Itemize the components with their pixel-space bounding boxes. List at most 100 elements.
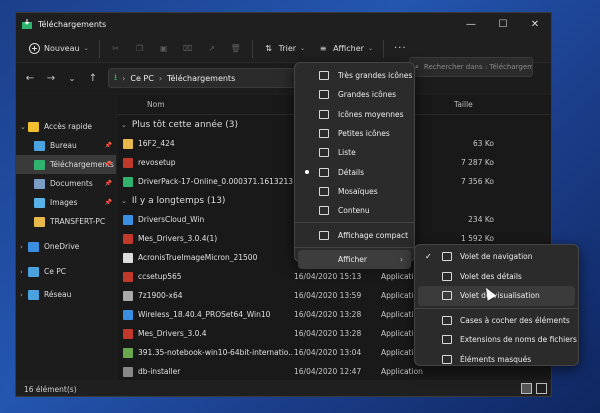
file-name: Mes_Drivers_3.0.4: [138, 329, 207, 338]
view-menu-item[interactable]: Mosaïques: [295, 182, 414, 201]
chevron-icon[interactable]: ⌄: [20, 123, 28, 131]
show-submenu-item[interactable]: Extensions de noms de fichiers: [415, 330, 578, 350]
view-menu-item[interactable]: Liste: [295, 143, 414, 162]
recent-locations-chevron-icon[interactable]: ⌄: [66, 74, 78, 83]
group-label: Plus tôt cette année (3): [131, 119, 239, 130]
compact-view-icon: [319, 230, 329, 240]
sidebar-item[interactable]: TRANSFERT-PC: [16, 212, 116, 231]
sidebar-item[interactable]: › OneDrive: [16, 237, 116, 256]
back-arrow-icon[interactable]: ←: [24, 73, 36, 84]
sidebar-item-label: Images: [50, 198, 78, 207]
chevron-icon[interactable]: ›: [20, 291, 28, 299]
menu-item-label: Afficher: [338, 254, 367, 264]
images-icon: [34, 197, 45, 208]
details-view-icon[interactable]: [521, 383, 532, 394]
rename-button[interactable]: ⌧: [176, 38, 200, 60]
view-menu-item[interactable]: Icônes moyennes: [295, 105, 414, 124]
show-submenu-item[interactable]: Volet des détails: [415, 267, 578, 287]
search-input[interactable]: ⌕ Rechercher dans : Téléchargements: [409, 57, 533, 77]
forward-arrow-icon[interactable]: →: [45, 73, 57, 84]
sort-label: Trier: [278, 44, 297, 53]
file-size: 1 592 Ko: [461, 234, 494, 243]
file-icon: [123, 214, 133, 225]
copy-button[interactable]: ❐: [128, 38, 152, 60]
sidebar-item[interactable]: Images 📌: [16, 193, 116, 212]
sidebar-item-label: OneDrive: [44, 242, 80, 251]
preview-pane-icon: [442, 291, 452, 301]
file-date: 16/04/2020 12:47: [294, 367, 362, 376]
checkmark-icon: ✓: [425, 252, 432, 262]
very-large-icons-icon: [319, 71, 329, 81]
show-submenu-item[interactable]: ✓ Volet de navigation: [415, 247, 578, 267]
menu-item-label: Détails: [338, 167, 365, 177]
paste-button[interactable]: ▣: [152, 38, 176, 60]
view-label: Afficher: [333, 44, 364, 53]
breadcrumb-folder[interactable]: Téléchargements: [167, 74, 235, 83]
sidebar-item[interactable]: Bureau 📌: [16, 136, 116, 155]
view-button[interactable]: ≡ Afficher ⌄: [311, 38, 379, 60]
view-toggle: [521, 383, 547, 394]
show-submenu-item[interactable]: Cases à cocher des éléments: [415, 311, 578, 331]
close-button[interactable]: ✕: [519, 13, 551, 35]
show-submenu-item[interactable]: Volet de visualisation: [418, 286, 575, 306]
delete-button[interactable]: 🗑: [224, 38, 248, 60]
file-extension-icon: [442, 335, 452, 345]
sidebar-item-label: Réseau: [44, 290, 72, 299]
folder-icon: [34, 216, 45, 227]
chevron-icon[interactable]: ›: [20, 268, 28, 276]
status-bar: 16 élément(s): [16, 380, 551, 396]
more-icon: ···: [394, 43, 407, 54]
breadcrumb-pc[interactable]: Ce PC: [130, 74, 153, 83]
column-size[interactable]: Taille: [454, 100, 473, 109]
view-menu-item[interactable]: Petites icônes: [295, 124, 414, 143]
pin-icon: 📌: [104, 180, 112, 187]
chevron-down-icon: ⌄: [83, 45, 89, 52]
view-menu-item[interactable]: Affichage compact: [295, 225, 414, 244]
view-menu-item[interactable]: Très grandes icônes: [295, 66, 414, 85]
details-pane-icon: [442, 271, 452, 281]
sidebar-item[interactable]: › Réseau: [16, 285, 116, 304]
file-icon: [123, 157, 133, 168]
file-date: 16/04/2020 13:04: [294, 348, 362, 357]
menu-item-label: Liste: [338, 148, 356, 158]
new-button[interactable]: Nouveau ⌄: [22, 38, 95, 60]
large-icons-view-icon[interactable]: [536, 383, 547, 394]
sidebar-item[interactable]: › Ce PC: [16, 262, 116, 281]
sidebar-item[interactable]: ⌄ Accès rapide: [16, 117, 116, 136]
divider: [98, 39, 100, 58]
group-label: Il y a longtemps (13): [131, 195, 226, 206]
show-submenu-item[interactable]: Éléments masqués: [415, 350, 578, 370]
view-lines-icon: ≡: [319, 44, 327, 53]
cut-button[interactable]: ✂: [104, 38, 128, 60]
column-name[interactable]: Nom: [147, 100, 165, 109]
chevron-icon[interactable]: ›: [20, 243, 28, 251]
file-name: 391.35-notebook-win10-64bit-internatio..…: [138, 348, 293, 357]
file-icon: [123, 233, 133, 244]
minimize-button[interactable]: —: [455, 13, 487, 35]
up-arrow-icon[interactable]: ↑: [87, 73, 99, 84]
medium-icons-icon: [319, 109, 329, 119]
pin-icon: 📌: [104, 161, 112, 168]
sort-button[interactable]: ⇅ Trier ⌄: [257, 38, 311, 60]
show-menu-item[interactable]: Afficher ›: [298, 249, 411, 269]
sidebar-item[interactable]: Documents 📌: [16, 174, 116, 193]
maximize-button[interactable]: ☐: [487, 13, 519, 35]
file-name: ccsetup565: [138, 272, 182, 281]
new-label: Nouveau: [44, 44, 80, 53]
view-menu-item[interactable]: Grandes icônes: [295, 85, 414, 104]
submenu-item-label: Extensions de noms de fichiers: [460, 335, 577, 345]
file-name: 7z1900-x64: [138, 291, 183, 300]
window-title: Téléchargements: [38, 19, 107, 29]
scissors-icon: ✂: [112, 44, 119, 53]
pc-icon: [28, 266, 39, 277]
file-icon: [123, 347, 133, 358]
submenu-item-label: Volet de visualisation: [460, 291, 540, 301]
sidebar-item[interactable]: Téléchargements 📌: [16, 155, 116, 174]
more-options-button[interactable]: ···: [388, 38, 413, 60]
view-menu-item[interactable]: Détails: [295, 162, 414, 181]
share-button[interactable]: ↗: [200, 38, 224, 60]
view-menu-item[interactable]: Contenu: [295, 201, 414, 220]
file-name: db-installer: [138, 367, 181, 376]
divider: [251, 39, 253, 58]
view-dropdown-menu: Très grandes icônes Grandes icônes Icônes …: [294, 62, 415, 269]
